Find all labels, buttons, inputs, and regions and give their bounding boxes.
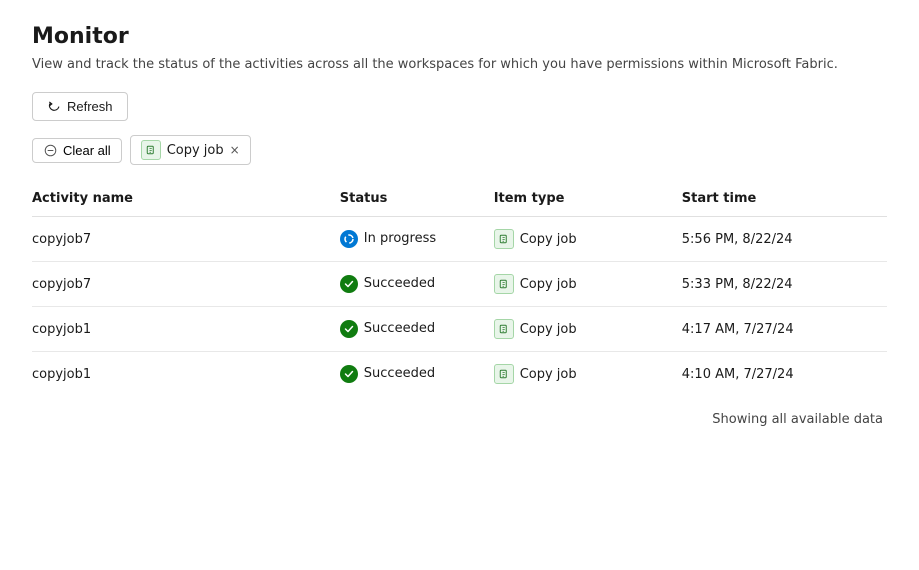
item-type-cell: Copy job: [494, 307, 682, 352]
status-inprogress-icon: [340, 230, 358, 248]
start-time-cell: 4:17 AM, 7/27/24: [682, 307, 887, 352]
item-type-cell: Copy job: [494, 262, 682, 307]
refresh-button[interactable]: Refresh: [32, 92, 128, 121]
item-type-cell: Copy job: [494, 217, 682, 262]
status-label: Succeeded: [364, 366, 435, 381]
table-row[interactable]: copyjob7 Succeeded Copy job 5:33 PM, 8/22/2…: [32, 262, 887, 307]
copy-job-chip-icon: [141, 140, 161, 160]
status-succeeded-icon: [340, 320, 358, 338]
col-header-item-type: Item type: [494, 183, 682, 217]
chip-close-icon[interactable]: ×: [230, 143, 240, 157]
status-cell: In progress: [340, 217, 494, 262]
page-title: Monitor: [32, 24, 887, 49]
status-label: Succeeded: [364, 276, 435, 291]
start-time-cell: 4:10 AM, 7/27/24: [682, 352, 887, 397]
col-header-start-time: Start time: [682, 183, 887, 217]
activity-name-cell: copyjob7: [32, 217, 340, 262]
refresh-label: Refresh: [67, 99, 113, 114]
item-type-label: Copy job: [520, 277, 577, 292]
table-row[interactable]: copyjob1 Succeeded Copy job 4:17 AM, 7/27/2…: [32, 307, 887, 352]
col-header-activity-name: Activity name: [32, 183, 340, 217]
filter-bar: Clear all Copy job ×: [32, 135, 887, 165]
status-succeeded-icon: [340, 275, 358, 293]
item-type-label: Copy job: [520, 232, 577, 247]
activity-name-cell: copyjob7: [32, 262, 340, 307]
toolbar: Refresh: [32, 92, 887, 121]
status-label: In progress: [364, 231, 436, 246]
item-type-label: Copy job: [520, 322, 577, 337]
clear-all-label: Clear all: [63, 143, 111, 158]
clear-all-button[interactable]: Clear all: [32, 138, 122, 163]
status-cell: Succeeded: [340, 262, 494, 307]
copy-job-type-icon: [494, 364, 514, 384]
status-label: Succeeded: [364, 321, 435, 336]
refresh-icon: [47, 100, 61, 114]
clear-icon: [43, 143, 57, 157]
activity-table: Activity name Status Item type Start tim…: [32, 183, 887, 396]
activity-name-cell: copyjob1: [32, 307, 340, 352]
activity-name-cell: copyjob1: [32, 352, 340, 397]
copy-job-type-icon: [494, 319, 514, 339]
status-succeeded-icon: [340, 365, 358, 383]
start-time-cell: 5:56 PM, 8/22/24: [682, 217, 887, 262]
copy-job-chip-label: Copy job: [167, 143, 224, 158]
table-row[interactable]: copyjob7 In progress Copy job 5:56 PM, 8/22…: [32, 217, 887, 262]
table-row[interactable]: copyjob1 Succeeded Copy job 4:10 AM, 7/27/2…: [32, 352, 887, 397]
page-subtitle: View and track the status of the activit…: [32, 57, 887, 72]
copy-job-type-icon: [494, 274, 514, 294]
copy-job-filter-chip[interactable]: Copy job ×: [130, 135, 251, 165]
copy-job-type-icon: [494, 229, 514, 249]
status-cell: Succeeded: [340, 352, 494, 397]
showing-all-data-text: Showing all available data: [32, 412, 887, 427]
item-type-label: Copy job: [520, 367, 577, 382]
col-header-status: Status: [340, 183, 494, 217]
status-cell: Succeeded: [340, 307, 494, 352]
item-type-cell: Copy job: [494, 352, 682, 397]
start-time-cell: 5:33 PM, 8/22/24: [682, 262, 887, 307]
